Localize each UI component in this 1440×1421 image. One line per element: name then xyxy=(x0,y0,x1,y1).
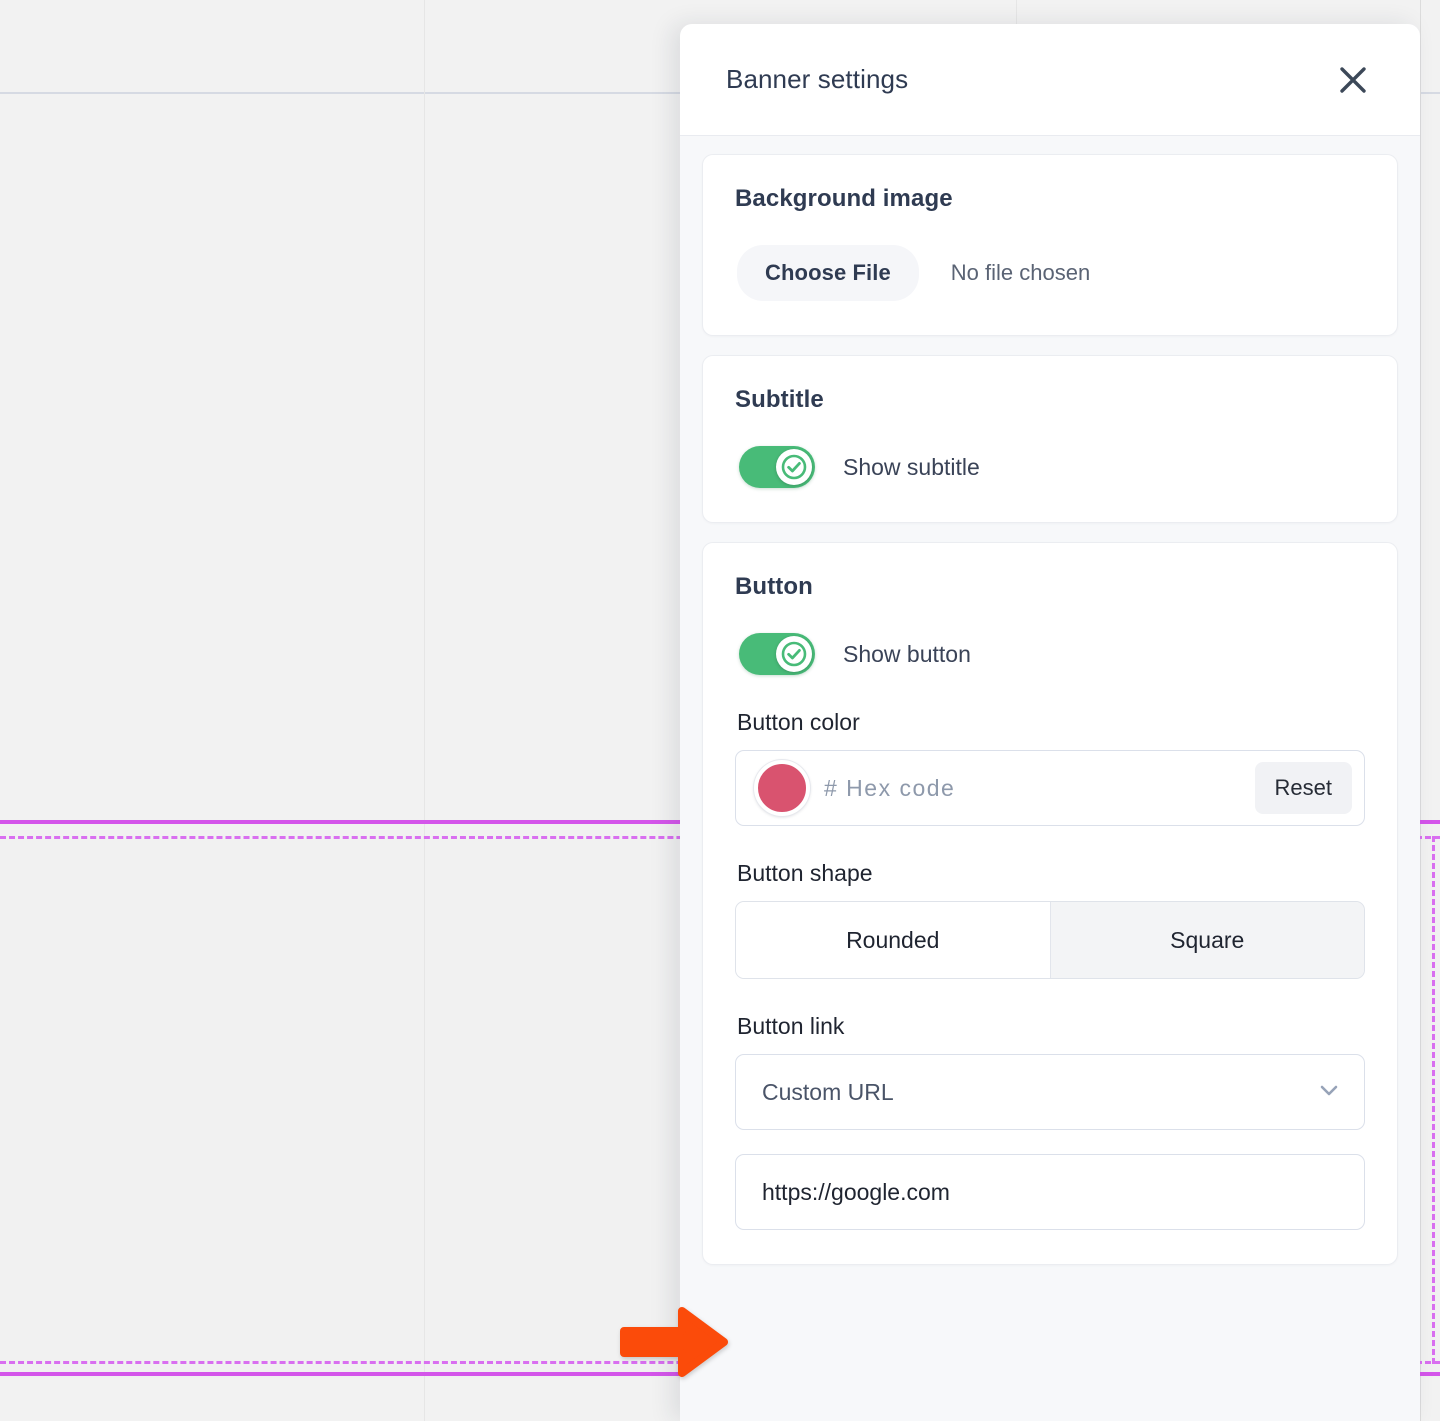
chevron-down-icon xyxy=(1314,1075,1344,1110)
button-url-input[interactable] xyxy=(735,1154,1365,1230)
file-status-text: No file chosen xyxy=(950,260,1091,285)
background-image-card: Background image Choose File No file cho… xyxy=(702,154,1398,336)
show-subtitle-row: Show subtitle xyxy=(735,446,1365,488)
background-image-heading: Background image xyxy=(735,185,953,212)
show-button-label: Show button xyxy=(843,640,971,667)
button-heading: Button xyxy=(735,573,813,600)
button-shape-label: Button shape xyxy=(737,860,873,886)
background-page-edge xyxy=(1420,0,1421,1421)
button-link-select[interactable]: Custom URL xyxy=(735,1054,1365,1130)
toggle-knob xyxy=(776,636,812,672)
shape-option-rounded[interactable]: Rounded xyxy=(736,902,1050,978)
arrow-right-icon xyxy=(620,1307,728,1377)
page-title: Banner settings xyxy=(726,64,909,94)
button-color-label: Button color xyxy=(737,709,860,735)
show-subtitle-label: Show subtitle xyxy=(843,453,980,480)
annotation-arrow xyxy=(620,1303,730,1381)
button-color-input-row: Reset xyxy=(735,750,1365,826)
show-subtitle-toggle[interactable] xyxy=(739,446,815,488)
file-picker-row: Choose File No file chosen xyxy=(735,245,1365,301)
button-link-label: Button link xyxy=(737,1013,845,1039)
button-link-field: Button link Custom URL xyxy=(735,1013,1365,1230)
close-icon xyxy=(1338,65,1368,95)
show-button-row: Show button xyxy=(735,633,1365,675)
panel-body: Background image Choose File No file cho… xyxy=(680,136,1420,1265)
toggle-knob xyxy=(776,449,812,485)
button-color-field: Button color Reset xyxy=(735,709,1365,826)
button-link-selected-value: Custom URL xyxy=(762,1078,894,1105)
banner-settings-panel: Banner settings Background image Choose … xyxy=(680,24,1420,1421)
panel-header: Banner settings xyxy=(680,24,1420,136)
button-shape-field: Button shape Rounded Square xyxy=(735,860,1365,979)
subtitle-card: Subtitle Show subtitle xyxy=(702,355,1398,523)
subtitle-heading: Subtitle xyxy=(735,386,824,413)
check-circle-icon xyxy=(780,640,808,668)
background-column-edge-left xyxy=(424,0,425,1421)
reset-color-button[interactable]: Reset xyxy=(1254,762,1352,814)
check-circle-icon xyxy=(780,453,808,481)
close-button[interactable] xyxy=(1330,57,1376,103)
choose-file-button[interactable]: Choose File xyxy=(737,245,919,301)
layout-guide-right-dashed xyxy=(1432,836,1435,1364)
show-button-toggle[interactable] xyxy=(739,633,815,675)
hex-code-input[interactable] xyxy=(810,774,1255,802)
button-shape-segmented-control: Rounded Square xyxy=(735,901,1365,979)
button-card: Button Show button Button color # Hex co… xyxy=(702,542,1398,1265)
shape-option-square[interactable]: Square xyxy=(1049,902,1364,978)
color-swatch[interactable] xyxy=(754,760,810,816)
